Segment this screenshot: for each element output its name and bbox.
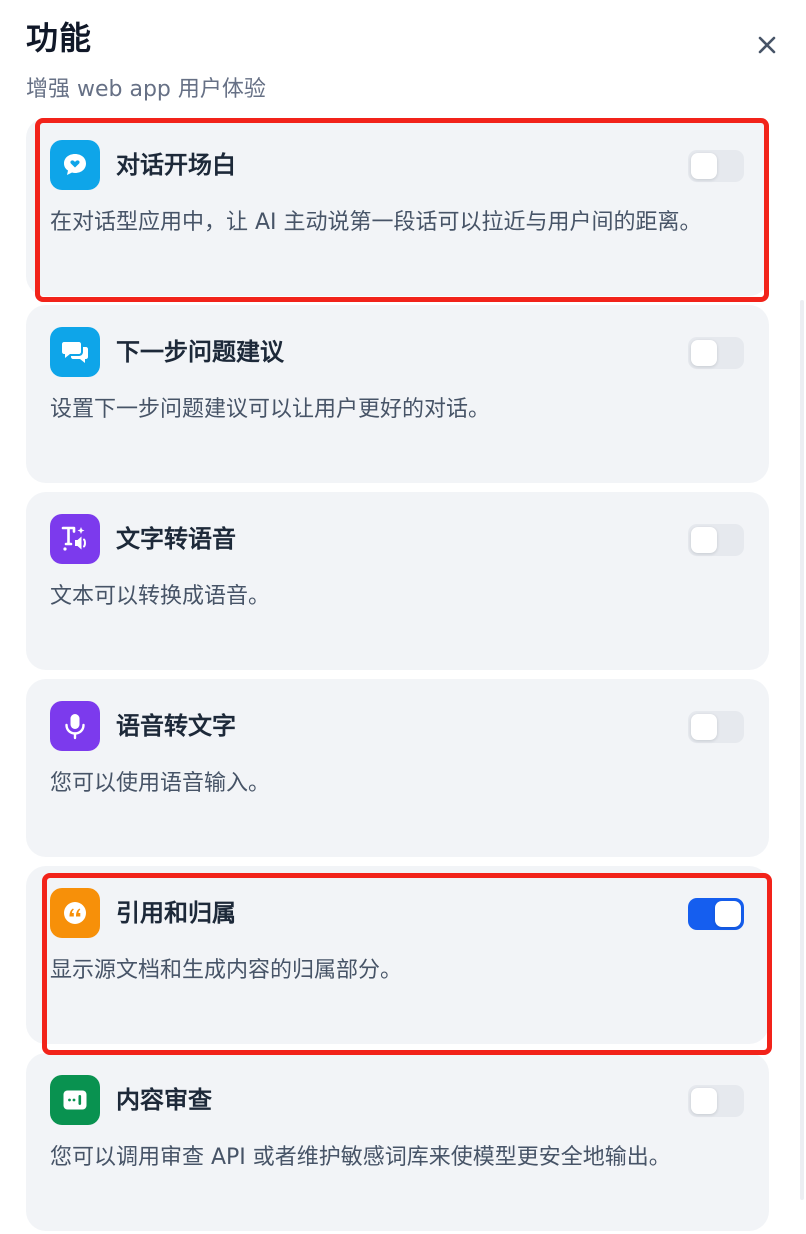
moderation-icon xyxy=(50,1075,100,1125)
feature-card-stt: 语音转文字 您可以使用语音输入。 xyxy=(26,679,769,857)
toggle-knob xyxy=(715,901,741,927)
feature-toggle-citation[interactable] xyxy=(688,898,744,930)
feature-toggle-tts[interactable] xyxy=(688,524,744,556)
feature-toggle-suggested[interactable] xyxy=(688,337,744,369)
toggle-knob xyxy=(691,153,717,179)
page-title: 功能 xyxy=(26,19,93,57)
chat-bubbles-icon xyxy=(50,327,100,377)
feature-toggle-moderation[interactable] xyxy=(688,1085,744,1117)
toggle-knob xyxy=(691,340,717,366)
toggle-knob xyxy=(691,1088,717,1114)
panel-header: 功能 增强 web app 用户体验 xyxy=(26,18,266,104)
feature-card-tts: 文字转语音 文本可以转换成语音。 xyxy=(26,492,769,670)
feature-title: 文字转语音 xyxy=(116,525,236,553)
feature-card-citation: 引用和归属 显示源文档和生成内容的归属部分。 xyxy=(26,866,769,1044)
microphone-icon xyxy=(50,701,100,751)
toggle-knob xyxy=(691,527,717,553)
close-button[interactable] xyxy=(752,30,782,60)
feature-card-suggested: 下一步问题建议 设置下一步问题建议可以让用户更好的对话。 xyxy=(26,305,769,483)
text-to-speech-icon xyxy=(50,514,100,564)
feature-description: 您可以调用审查 API 或者维护敏感词库来使模型更安全地输出。 xyxy=(50,1145,671,1170)
feature-description: 显示源文档和生成内容的归属部分。 xyxy=(50,958,403,983)
feature-description: 您可以使用语音输入。 xyxy=(50,771,271,796)
feature-title: 内容审查 xyxy=(116,1086,212,1114)
scrollbar[interactable] xyxy=(800,300,804,1200)
chat-heart-icon xyxy=(50,140,100,190)
feature-title: 引用和归属 xyxy=(116,899,236,927)
quote-icon xyxy=(50,888,100,938)
feature-title: 下一步问题建议 xyxy=(116,338,284,366)
close-icon xyxy=(758,36,776,54)
feature-card-opening: 对话开场白 在对话型应用中，让 AI 主动说第一段话可以拉近与用户间的距离。 xyxy=(26,118,769,296)
feature-description: 设置下一步问题建议可以让用户更好的对话。 xyxy=(50,397,491,422)
toggle-knob xyxy=(691,714,717,740)
feature-title: 语音转文字 xyxy=(116,712,236,740)
feature-toggle-opening[interactable] xyxy=(688,150,744,182)
feature-toggle-stt[interactable] xyxy=(688,711,744,743)
feature-description: 在对话型应用中，让 AI 主动说第一段话可以拉近与用户间的距离。 xyxy=(50,210,702,235)
feature-title: 对话开场白 xyxy=(116,151,236,179)
feature-description: 文本可以转换成语音。 xyxy=(50,584,271,609)
feature-card-moderation: 内容审查 您可以调用审查 API 或者维护敏感词库来使模型更安全地输出。 xyxy=(26,1053,769,1231)
page-subtitle: 增强 web app 用户体验 xyxy=(26,77,266,102)
